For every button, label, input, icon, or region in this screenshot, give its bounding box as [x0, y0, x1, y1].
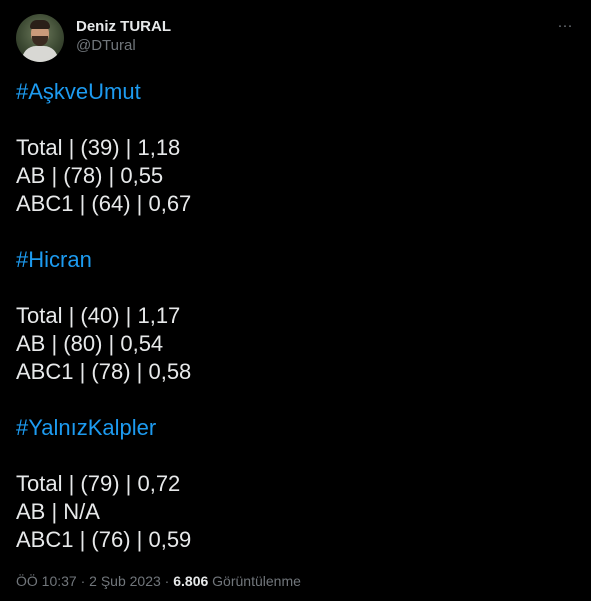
rating-row: Total | (79) | 0,72	[16, 471, 181, 496]
avatar[interactable]	[16, 14, 64, 62]
author-display-name[interactable]: Deniz TURAL	[76, 18, 171, 36]
avatar-shirt	[22, 46, 58, 62]
hashtag-link[interactable]: #Hicran	[16, 246, 575, 274]
meta-separator: ·	[76, 573, 90, 589]
tweet-date[interactable]: 2 Şub 2023	[89, 573, 161, 589]
rating-row: ABC1 | (64) | 0,67	[16, 191, 192, 216]
tweet: Deniz TURAL @DTural ··· #AşkveUmut Total…	[0, 0, 591, 601]
author-names: Deniz TURAL @DTural	[76, 18, 171, 56]
views-count: 6.806	[173, 573, 209, 589]
tweet-meta: ÖÖ 10:37 · 2 Şub 2023 · 6.806 Görüntülen…	[16, 571, 301, 591]
rating-row: ABC1 | (76) | 0,59	[16, 527, 192, 552]
hashtag-link[interactable]: #AşkveUmut	[16, 78, 575, 106]
tweet-text: #AşkveUmut Total | (39) | 1,18 AB | (78)…	[16, 78, 575, 554]
author-handle[interactable]: @DTural	[76, 36, 171, 56]
avatar-beard	[32, 36, 48, 46]
rating-row: ABC1 | (78) | 0,58	[16, 359, 192, 384]
tweet-header: Deniz TURAL @DTural ···	[16, 14, 575, 62]
rating-row: AB | N/A	[16, 499, 100, 524]
avatar-hair	[30, 20, 50, 29]
rating-row: AB | (78) | 0,55	[16, 163, 164, 188]
rating-row: Total | (40) | 1,17	[16, 303, 181, 328]
meta-separator: ·	[160, 573, 174, 589]
tweet-time[interactable]: ÖÖ 10:37	[16, 573, 77, 589]
rating-row: Total | (39) | 1,18	[16, 135, 181, 160]
hashtag-link[interactable]: #YalnızKalpler	[16, 414, 575, 442]
rating-row: AB | (80) | 0,54	[16, 331, 164, 356]
views-label: Görüntülenme	[212, 573, 301, 589]
more-dots-icon[interactable]: ···	[555, 16, 575, 36]
